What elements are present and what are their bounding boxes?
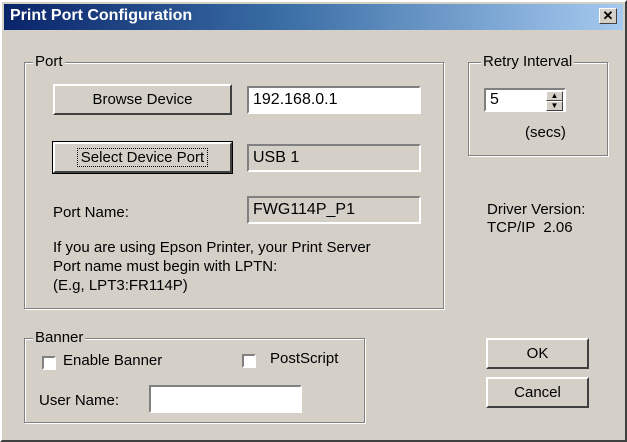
port-name-field: FWG114P_P1 <box>247 196 421 224</box>
port-group-legend: Port <box>33 53 65 70</box>
retry-unit-label: (secs) <box>525 124 566 141</box>
cancel-button[interactable]: Cancel <box>486 377 589 408</box>
ip-address-field[interactable]: 192.168.0.1 <box>247 86 421 114</box>
dialog-title: Print Port Configuration <box>10 7 193 24</box>
driver-version-value: TCP/IP 2.06 <box>487 219 573 236</box>
ok-button[interactable]: OK <box>486 338 589 369</box>
title-bar[interactable]: Print Port Configuration ✕ <box>4 4 623 30</box>
port-name-label: Port Name: <box>53 204 129 221</box>
retry-interval-legend: Retry Interval <box>481 53 575 70</box>
driver-version-label: Driver Version: <box>487 201 586 218</box>
postscript-label[interactable]: PostScript <box>270 350 338 367</box>
close-button[interactable]: ✕ <box>599 8 617 24</box>
epson-note-line-3: (E.g, LPT3:FR114P) <box>53 277 188 294</box>
epson-note-line-2: Port name must begin with LPTN: <box>53 258 278 275</box>
select-device-port-button[interactable]: Select Device Port <box>52 141 233 174</box>
enable-banner-label[interactable]: Enable Banner <box>63 352 162 369</box>
browse-device-button[interactable]: Browse Device <box>53 84 232 115</box>
retry-interval-spinner[interactable]: ▲ ▼ <box>546 91 563 111</box>
spin-up-icon[interactable]: ▲ <box>546 91 563 101</box>
user-name-label: User Name: <box>39 392 120 409</box>
enable-banner-checkbox[interactable] <box>42 356 56 370</box>
epson-note-line-1: If you are using Epson Printer, your Pri… <box>53 239 371 256</box>
device-port-field: USB 1 <box>247 144 421 172</box>
close-icon: ✕ <box>602 8 614 23</box>
postscript-checkbox[interactable] <box>242 354 256 368</box>
banner-group-legend: Banner <box>33 329 86 346</box>
print-port-configuration-dialog: Print Port Configuration ✕ Port Browse D… <box>0 0 627 442</box>
user-name-field[interactable] <box>149 385 302 413</box>
spin-down-icon[interactable]: ▼ <box>546 101 563 111</box>
